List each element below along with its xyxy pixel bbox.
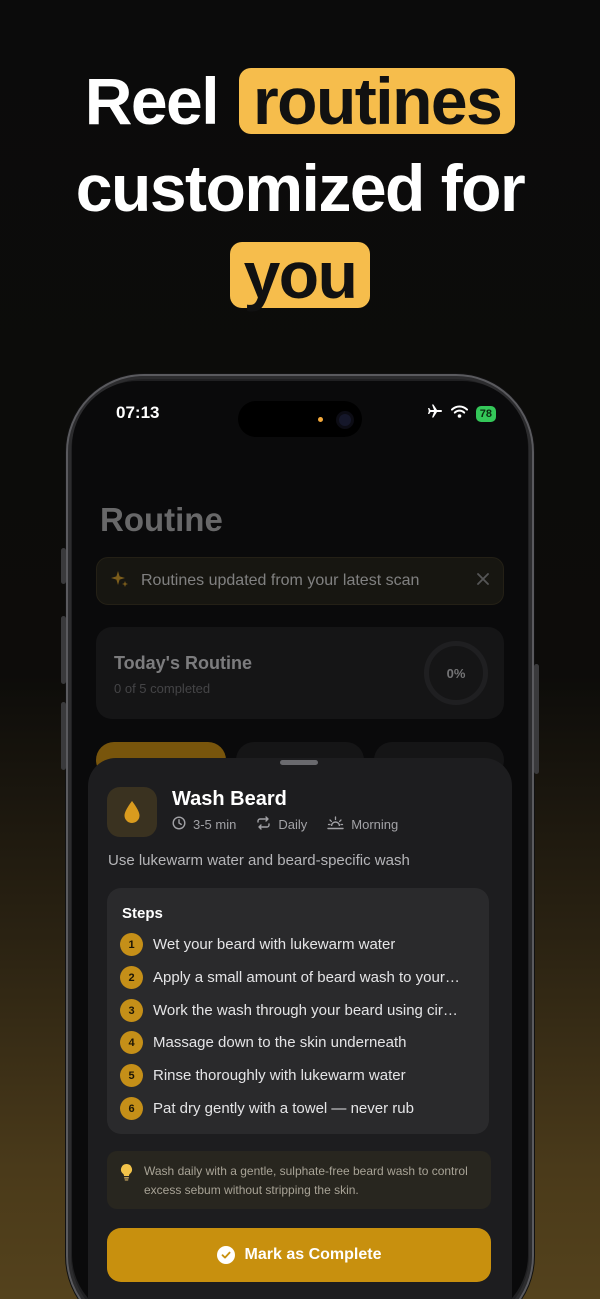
step-text: Wet your beard with lukewarm water [153,936,396,953]
lightbulb-icon [120,1163,133,1186]
headline-highlight-you: you [229,242,371,308]
volume-down-button [61,702,66,770]
headline-line-3: you [0,232,600,319]
routine-detail-sheet: Wash Beard 3-5 min Daily Morning Use luk… [88,758,512,1299]
task-time-of-day: Morning [351,817,399,832]
step-number: 5 [120,1064,143,1087]
repeat-icon [256,816,271,833]
step-text: Work the wash through your beard using c… [153,1002,458,1019]
step-number: 1 [120,933,143,956]
volume-up-button [61,616,66,684]
camera-lens [336,411,354,429]
headline-word: Reel [84,64,220,138]
tip-text: Wash daily with a gentle, sulphate-free … [144,1164,468,1197]
step-item: 1 Wet your beard with lukewarm water [120,933,480,956]
phone-screen: Routine Routines updated from your lates… [72,381,528,1299]
step-item: 4 Massage down to the skin underneath [120,1031,480,1054]
task-description: Use lukewarm water and beard-specific wa… [108,852,410,869]
headline-highlight-routines: routines [238,68,516,134]
tip-card: Wash daily with a gentle, sulphate-free … [107,1151,491,1209]
power-button [534,664,539,774]
wifi-icon [450,405,468,423]
status-time: 07:13 [116,403,160,422]
steps-card: Steps 1 Wet your beard with lukewarm wat… [107,888,489,1134]
step-number: 3 [120,999,143,1022]
step-item: 3 Work the wash through your beard using… [120,999,480,1022]
checkmark-icon [216,1246,235,1264]
task-frequency: Daily [278,817,308,832]
step-text: Pat dry gently with a towel — never rub [153,1100,414,1117]
step-text: Rinse thoroughly with lukewarm water [153,1067,406,1084]
airplane-icon [427,403,443,424]
step-text: Apply a small amount of beard wash to yo… [153,969,460,986]
step-text: Massage down to the skin underneath [153,1034,407,1051]
task-title: Wash Beard [172,788,287,810]
task-duration: 3-5 min [193,817,237,832]
clock-icon [172,816,186,833]
sheet-grabber[interactable] [280,760,318,765]
step-item: 6 Pat dry gently with a towel — never ru… [120,1097,480,1120]
step-item: 2 Apply a small amount of beard wash to … [120,966,480,989]
headline: Reel routines customized for you [0,58,600,319]
status-icons: 78 [427,403,496,424]
step-number: 4 [120,1031,143,1054]
step-number: 6 [120,1097,143,1120]
battery-icon: 78 [475,405,496,422]
headline-line-1: Reel routines [0,58,600,145]
steps-title: Steps [122,905,163,922]
headline-line-2: customized for [75,151,526,225]
task-meta: 3-5 min Daily Morning [172,816,398,833]
step-number: 2 [120,966,143,989]
mute-switch [61,548,66,584]
privacy-indicator [318,417,323,422]
mark-complete-label: Mark as Complete [244,1246,382,1263]
step-item: 5 Rinse thoroughly with lukewarm water [120,1064,480,1087]
mark-complete-button[interactable]: Mark as Complete [107,1228,491,1282]
water-drop-icon [107,787,157,837]
sunrise-icon [327,816,344,833]
